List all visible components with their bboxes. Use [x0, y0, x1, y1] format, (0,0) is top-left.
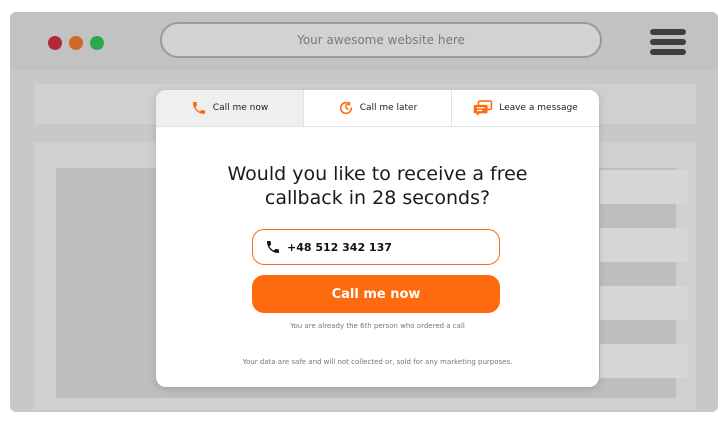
window-minimize-dot[interactable] [69, 36, 83, 50]
page-row-placeholder [600, 228, 688, 262]
page-row-placeholder [600, 286, 688, 320]
phone-icon [267, 241, 279, 253]
page-row-placeholder [600, 344, 688, 378]
page-row-placeholder [600, 170, 688, 204]
browser-toolbar: Your awesome website here [10, 12, 718, 70]
tab-call-me-now[interactable]: Call me now [156, 90, 304, 126]
call-me-now-button[interactable]: Call me now [252, 275, 500, 313]
tab-leave-a-message[interactable]: Leave a message [452, 90, 599, 126]
popup-tabs: Call me now Call me later Leave a messag… [156, 90, 599, 127]
tab-label: Leave a message [499, 103, 578, 113]
tab-label: Call me now [212, 103, 269, 113]
message-icon [474, 100, 493, 116]
callback-popup: Call me now Call me later Leave a messag… [156, 90, 599, 387]
address-bar[interactable]: Your awesome website here [160, 22, 602, 58]
phone-icon [192, 102, 205, 114]
headline-line: Would you like to receive a free [227, 163, 528, 185]
window-maximize-dot[interactable] [90, 36, 104, 50]
social-proof-text: You are already the 6th person who order… [290, 322, 465, 330]
clock-icon [339, 101, 352, 115]
headline-line: callback in 28 seconds? [264, 187, 491, 209]
popup-headline: Would you like to receive a free callbac… [176, 162, 579, 210]
window-close-dot[interactable] [48, 36, 62, 50]
privacy-disclaimer: Your data are safe and will not collecte… [242, 358, 513, 366]
phone-input[interactable] [287, 240, 477, 254]
tab-label: Call me later [359, 103, 418, 113]
tab-call-me-later[interactable]: Call me later [304, 90, 452, 126]
phone-field[interactable] [252, 229, 500, 265]
hamburger-menu-icon[interactable] [650, 29, 686, 55]
